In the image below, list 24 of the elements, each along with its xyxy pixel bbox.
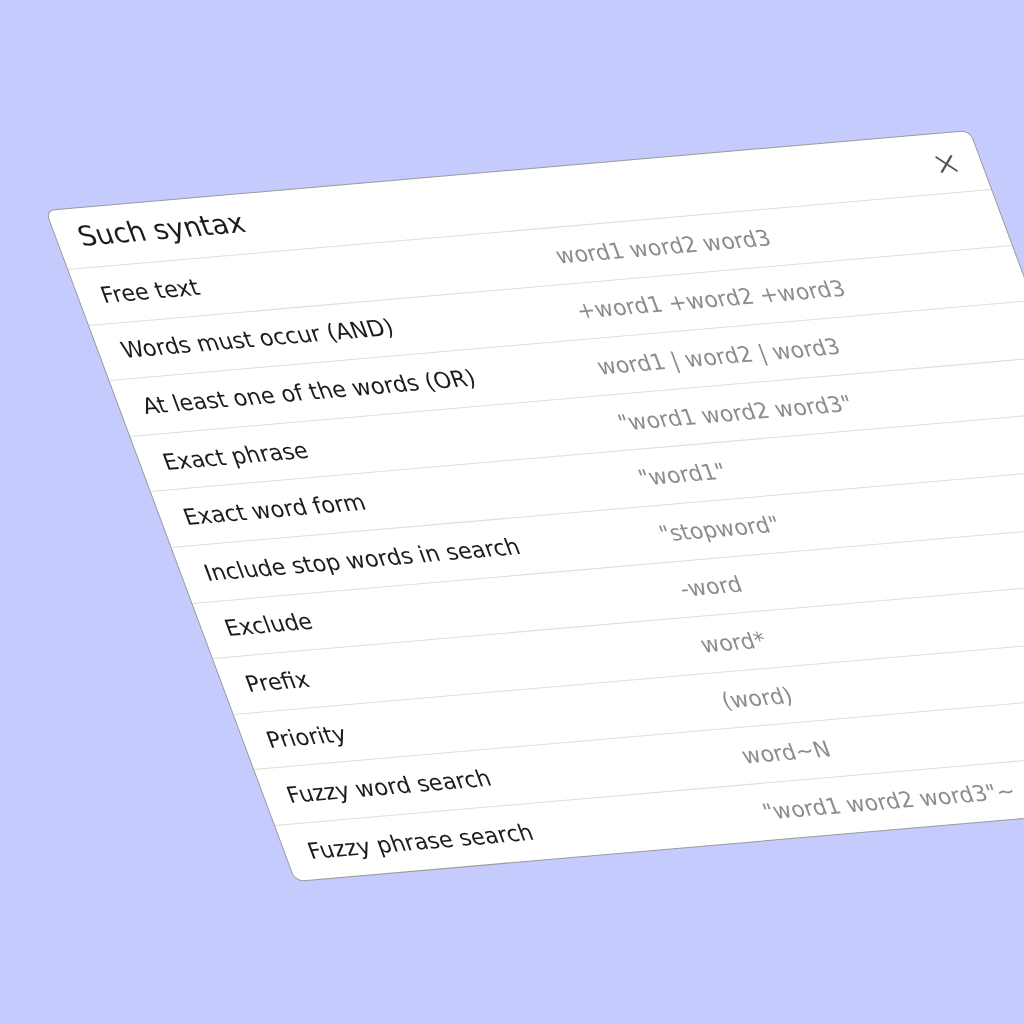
syntax-example: word~N	[737, 736, 835, 769]
syntax-label: Exact phrase	[158, 437, 312, 475]
syntax-label: Fuzzy phrase search	[303, 819, 538, 865]
syntax-example: "word1 word2 word3"	[613, 390, 857, 436]
syntax-label: Exact word form	[179, 489, 370, 531]
syntax-example: word1 | word2 | word3	[593, 333, 844, 380]
syntax-label: Fuzzy word search	[282, 765, 495, 809]
syntax-example: "word1"	[634, 458, 731, 491]
syntax-label: Words must occur (AND)	[117, 314, 398, 364]
syntax-label: Free text	[96, 274, 204, 308]
syntax-example: word1 word2 word3	[551, 224, 775, 269]
dialog-title: Such syntax	[72, 206, 250, 252]
syntax-example: "stopword"	[655, 511, 784, 547]
syntax-example: (word)	[717, 682, 797, 714]
syntax-label: Priority	[262, 720, 350, 753]
syntax-label: Include stop words in search	[200, 533, 524, 586]
close-icon	[932, 153, 961, 175]
syntax-example: +word1 +word2 +word3	[572, 275, 850, 324]
syntax-label: Prefix	[241, 666, 313, 697]
syntax-label: At least one of the words (OR)	[138, 365, 480, 419]
syntax-label: Exclude	[220, 608, 317, 642]
syntax-example: "word1 word2 word3"~	[758, 778, 1020, 825]
syntax-example: -word	[675, 571, 746, 602]
syntax-example: word*	[696, 627, 770, 658]
